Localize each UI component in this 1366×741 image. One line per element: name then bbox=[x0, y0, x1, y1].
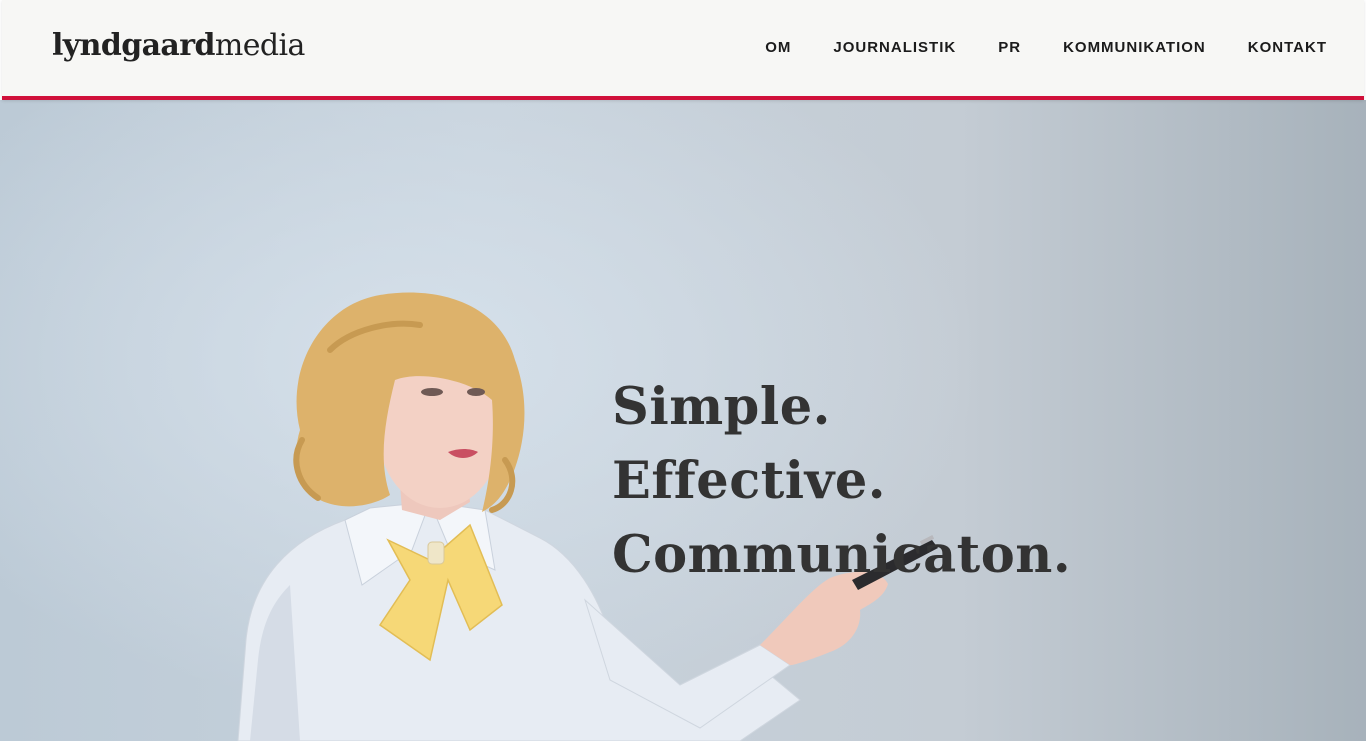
bow-knot bbox=[427, 541, 445, 565]
logo-light-text: media bbox=[214, 28, 305, 63]
site-logo[interactable]: lyndgaardmedia bbox=[52, 28, 305, 64]
headline-line-effective: Effective. bbox=[612, 451, 887, 512]
nav-item-kontakt[interactable]: KONTAKT bbox=[1248, 38, 1327, 58]
logo-bold-text: lyndgaard bbox=[52, 28, 215, 63]
nav-item-kommunikation[interactable]: KOMMUNIKATION bbox=[1063, 38, 1206, 58]
headline-line-simple: Simple. bbox=[612, 377, 831, 438]
site-header: lyndgaardmedia OM JOURNALISTIK PR KOMMUN… bbox=[2, 0, 1364, 100]
nav-item-pr[interactable]: PR bbox=[998, 38, 1021, 58]
left-eye bbox=[421, 388, 443, 396]
right-eye bbox=[467, 388, 485, 396]
page: lyndgaardmedia OM JOURNALISTIK PR KOMMUN… bbox=[0, 0, 1366, 741]
main-nav: OM JOURNALISTIK PR KOMMUNIKATION KONTAKT bbox=[765, 38, 1327, 58]
headline-line-communication: Communicaton. bbox=[612, 525, 1072, 586]
hero-section: Simple. Effective. Communicaton. bbox=[0, 100, 1366, 741]
nav-item-om[interactable]: OM bbox=[765, 38, 791, 58]
hero-headline: Simple. Effective. Communicaton. bbox=[612, 370, 1071, 592]
nav-item-journalistik[interactable]: JOURNALISTIK bbox=[833, 38, 956, 58]
